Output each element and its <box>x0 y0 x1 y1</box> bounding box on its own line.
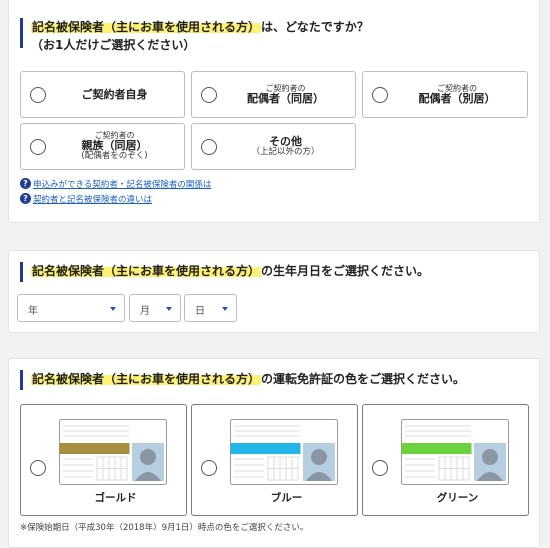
month-select[interactable]: 月 <box>129 294 181 322</box>
license-color-band <box>401 443 472 454</box>
license-color-label: ブルー <box>270 492 303 504</box>
license-option-green[interactable]: グリーン <box>362 404 529 516</box>
license-card-icon <box>401 419 509 485</box>
help-link-relation[interactable]: ? 申込みができる契約者・記名被保険者の関係は <box>20 176 211 191</box>
heading-highlight: 記名被保険者（主にお車を使用される方） <box>31 264 262 278</box>
help-link-text[interactable]: 申込みができる契約者・記名被保険者の関係は <box>33 178 211 190</box>
option-relative-cohabiting[interactable]: ご契約者の 親族（同居） (配偶者をのぞく) <box>20 123 185 170</box>
help-links: ? 申込みができる契約者・記名被保険者の関係は ? 契約者と記名被保険者の違いは <box>20 176 211 206</box>
license-option-blue[interactable]: ブルー <box>191 404 358 516</box>
license-option-gold[interactable]: ゴールド <box>20 404 187 516</box>
license-question-heading: 記名被保険者（主にお車を使用される方）の運転免許証の色をご選択ください。 <box>20 370 465 390</box>
heading-accent-bar <box>20 18 23 48</box>
radio-circle[interactable] <box>372 86 388 103</box>
help-link-difference[interactable]: ? 契約者と記名被保険者の違いは <box>20 191 211 206</box>
license-color-band <box>230 443 301 454</box>
option-spouse-cohabiting[interactable]: ご契約者の 配偶者（同居） <box>191 71 356 118</box>
chevron-down-icon <box>222 307 228 311</box>
year-select[interactable]: 年 <box>17 294 125 322</box>
question-icon: ? <box>20 178 31 189</box>
heading-text: の生年月日をご選択ください。 <box>261 264 430 278</box>
option-self[interactable]: ご契約者自身 <box>20 71 185 118</box>
heading-text: の運転免許証の色をご選択ください。 <box>261 372 466 386</box>
option-label: ご契約者自身 <box>81 87 148 101</box>
year-select-value: 年 <box>28 306 38 317</box>
radio-circle[interactable] <box>30 460 46 476</box>
license-color-band <box>59 443 130 454</box>
birthdate-question-card: 記名被保険者（主にお車を使用される方）の生年月日をご選択ください。 年 月 日 <box>8 250 540 333</box>
radio-circle[interactable] <box>201 86 217 103</box>
heading-accent-bar <box>20 370 23 390</box>
relation-question-card: 記名被保険者（主にお車を使用される方）は、どなたですか？ （お1人だけご選択くだ… <box>8 0 540 223</box>
option-label: 配偶者（同居） <box>247 91 324 105</box>
license-color-note: ※保険始期日（平成30年（2018年）9月1日）時点の色をご選択ください。 <box>20 523 309 533</box>
birthdate-question-heading: 記名被保険者（主にお車を使用される方）の生年月日をご選択ください。 <box>20 262 429 282</box>
relation-question-heading: 記名被保険者（主にお車を使用される方）は、どなたですか？ （お1人だけご選択くだ… <box>20 18 369 54</box>
option-other[interactable]: その他 （上記以外の方） <box>191 123 356 170</box>
heading-highlight: 記名被保険者（主にお車を使用される方） <box>31 372 262 386</box>
license-color-label: グリーン <box>436 492 479 504</box>
license-color-label: ゴールド <box>94 492 137 504</box>
option-spouse-separate[interactable]: ご契約者の 配偶者（別居） <box>362 71 528 118</box>
heading-accent-bar <box>20 262 23 282</box>
radio-circle[interactable] <box>201 460 217 476</box>
license-card-icon <box>230 419 338 485</box>
option-label: 配偶者（別居） <box>418 91 496 105</box>
radio-circle[interactable] <box>201 138 217 155</box>
help-link-text[interactable]: 契約者と記名被保険者の違いは <box>33 193 152 205</box>
heading-text: は、どなたですか？ <box>261 20 369 34</box>
option-note: (配偶者をのぞく) <box>81 151 148 161</box>
question-icon: ? <box>20 193 31 204</box>
radio-circle[interactable] <box>372 460 388 476</box>
heading-subtext: （お1人だけご選択ください） <box>31 38 196 52</box>
heading-highlight: 記名被保険者（主にお車を使用される方） <box>31 20 262 34</box>
license-color-question-card: 記名被保険者（主にお車を使用される方）の運転免許証の色をご選択ください。 ゴール… <box>8 358 540 548</box>
chevron-down-icon <box>110 307 116 311</box>
day-select[interactable]: 日 <box>184 294 237 322</box>
month-select-value: 月 <box>140 306 150 317</box>
radio-circle[interactable] <box>30 138 46 155</box>
chevron-down-icon <box>166 307 172 311</box>
license-card-icon <box>59 419 167 485</box>
radio-circle[interactable] <box>30 86 46 103</box>
option-note: （上記以外の方） <box>251 146 320 157</box>
day-select-value: 日 <box>195 306 205 317</box>
